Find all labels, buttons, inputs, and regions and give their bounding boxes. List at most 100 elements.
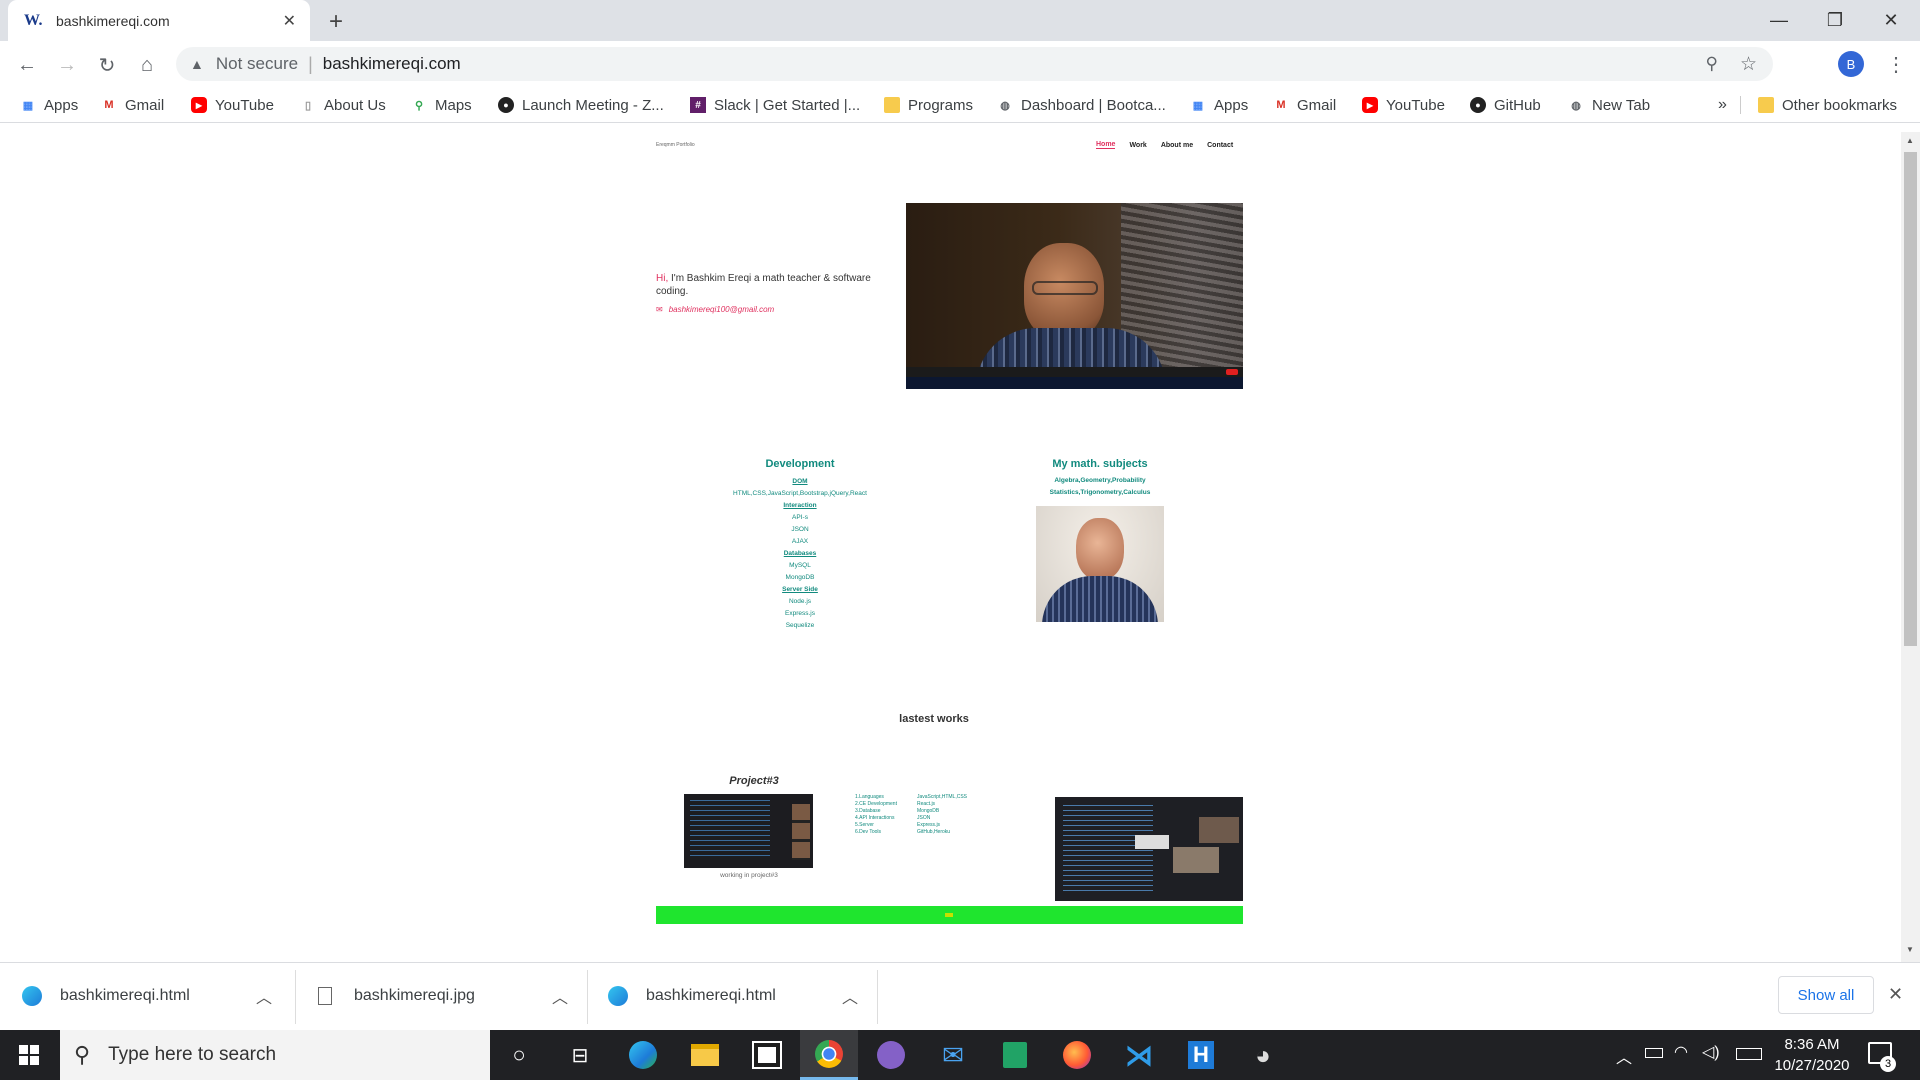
show-all-button[interactable]: Show all	[1778, 976, 1874, 1014]
start-button[interactable]	[0, 1030, 58, 1080]
mail-icon[interactable]: ✉	[924, 1030, 982, 1080]
store-icon[interactable]	[738, 1030, 796, 1080]
nav-about[interactable]: About me	[1161, 142, 1193, 149]
tech-row: 6.Dev Tools GitHub,Heroku	[855, 829, 985, 836]
volume-icon[interactable]: ◁)	[1702, 1042, 1720, 1062]
clock-time: 8:36 AM	[1784, 1036, 1840, 1053]
page-icon: ▯	[304, 99, 312, 112]
edge-icon[interactable]	[614, 1030, 672, 1080]
search-icon: ⚲	[74, 1042, 91, 1067]
math-line-2: Statistics,Trigonometry,Calculus	[1049, 489, 1151, 496]
download-divider	[295, 970, 296, 1024]
download-item-1[interactable]: bashkimereqi.html ︿	[22, 975, 272, 1017]
bookmark-gmail[interactable]: M Gmail	[101, 94, 164, 116]
chevron-up-icon[interactable]: ︿	[842, 984, 858, 1008]
math-line-1: Algebra,Geometry,Probability	[1054, 477, 1146, 484]
chevron-up-icon[interactable]: ︿	[256, 984, 272, 1008]
development-item: AJAX	[791, 538, 809, 545]
github-icon: ●	[1470, 97, 1486, 113]
bookmark-youtube[interactable]: ▶ YouTube	[191, 94, 274, 116]
excel-icon[interactable]	[986, 1030, 1044, 1080]
bookmark-about-us[interactable]: ▯ About Us	[300, 94, 386, 116]
tech-value: React.js	[917, 801, 936, 807]
chrome-icon[interactable]	[800, 1030, 858, 1080]
minimize-button[interactable]: —	[1750, 0, 1808, 41]
address-bar[interactable]: ▲ Not secure | bashkimereqi.com ⚲ ☆	[176, 47, 1773, 81]
nav-contact[interactable]: Contact	[1207, 142, 1233, 149]
reload-icon[interactable]: ↻	[92, 50, 122, 80]
math-title: My math. subjects	[1052, 458, 1148, 470]
folder-icon	[884, 97, 900, 113]
browser-tab[interactable]: W. bashkimereqi.com ✕	[8, 0, 310, 41]
forward-icon[interactable]: →	[52, 50, 82, 80]
battery-icon[interactable]	[1645, 1048, 1663, 1058]
bookmark-other[interactable]: Other bookmarks	[1758, 94, 1897, 116]
nav-home[interactable]: Home	[1096, 141, 1116, 149]
file-explorer-icon[interactable]	[676, 1030, 734, 1080]
taskbar-search-box[interactable]: ⚲ Type here to search	[60, 1030, 490, 1080]
home-icon[interactable]: ⌂	[132, 50, 162, 80]
tech-value: MongoDB	[917, 808, 940, 814]
back-icon[interactable]: ←	[12, 50, 42, 80]
tray-chevron-icon[interactable]: ︿	[1616, 1044, 1632, 1068]
bookmark-launch-meeting[interactable]: ● Launch Meeting - Z...	[498, 94, 664, 116]
cortana-icon[interactable]: ○	[490, 1030, 548, 1080]
tech-category: 3.Database	[855, 808, 881, 814]
bookmark-github[interactable]: ● GitHub	[1470, 94, 1541, 116]
vscode-icon[interactable]: ⋊	[1110, 1030, 1168, 1080]
edge-file-icon	[22, 986, 42, 1006]
bookmark-programs[interactable]: Programs	[884, 94, 973, 116]
project-screenshot-2[interactable]	[1055, 797, 1243, 901]
download-item-2[interactable]: bashkimereqi.jpg ︿	[318, 975, 568, 1017]
star-icon[interactable]: ☆	[1740, 53, 1757, 76]
bookmark-apps[interactable]: ▦ Apps	[20, 94, 78, 116]
window-close-button[interactable]: ✕	[1862, 0, 1920, 41]
scroll-up-arrow[interactable]: ▲	[1906, 136, 1914, 145]
development-list: DOM HTML,CSS,JavaScript,Bootstrap,jQuery,…	[700, 476, 900, 632]
download-item-3[interactable]: bashkimereqi.html ︿	[608, 975, 858, 1017]
hero-email-link[interactable]: ✉ bashkimereqi100@gmail.com	[656, 305, 774, 314]
bookmark-youtube-2[interactable]: ▶ YouTube	[1362, 94, 1445, 116]
edge-file-icon	[608, 986, 628, 1006]
mail-icon: ✉	[656, 305, 663, 314]
page-scrollbar[interactable]: ▲ ▼	[1901, 132, 1920, 962]
profile-avatar[interactable]: B	[1838, 51, 1864, 77]
keyboard-icon[interactable]	[1736, 1048, 1762, 1060]
gmail-icon: M	[104, 99, 114, 111]
nav-work[interactable]: Work	[1129, 142, 1146, 149]
clock[interactable]: 8:36 AM 10/27/2020	[1770, 1034, 1854, 1076]
dialog-box	[1135, 835, 1169, 849]
footer-bar	[656, 906, 1243, 924]
development-item: Node.js	[788, 598, 812, 605]
bookmark-gmail-2[interactable]: M Gmail	[1273, 94, 1336, 116]
bookmark-maps[interactable]: ⚲ Maps	[411, 94, 472, 116]
project-screenshot[interactable]	[684, 794, 813, 868]
bookmarks-more-button[interactable]: »	[1718, 94, 1727, 116]
hero-text: I'm Bashkim Ereqi a math teacher & softw…	[656, 273, 871, 297]
close-downloads-icon[interactable]: ✕	[1888, 984, 1903, 1005]
scrollbar-thumb[interactable]	[1904, 152, 1917, 646]
restore-button[interactable]: ❐	[1806, 0, 1864, 41]
task-view-icon[interactable]: ⊟	[551, 1030, 609, 1080]
paint-icon[interactable]: ◕	[1234, 1030, 1292, 1080]
site-brand[interactable]: Ereqmm Portfolio	[656, 142, 695, 148]
bookmark-new-tab[interactable]: ◍ New Tab	[1568, 94, 1650, 116]
firefox-icon[interactable]	[1048, 1030, 1106, 1080]
zoom-icon[interactable]: ⚲	[1706, 54, 1718, 74]
bookmark-dashboard[interactable]: ◍ Dashboard | Bootca...	[997, 94, 1166, 116]
portrait-head	[1076, 518, 1124, 580]
project-caption: working in project#3	[720, 872, 778, 879]
menu-icon[interactable]: ⋮	[1886, 52, 1906, 77]
chevron-up-icon[interactable]: ︿	[552, 984, 568, 1008]
development-heading: Databases	[783, 550, 817, 557]
new-tab-button[interactable]: +	[322, 8, 350, 36]
tech-category: 5.Server	[855, 822, 874, 828]
scroll-down-arrow[interactable]: ▼	[1906, 945, 1914, 954]
bookmark-slack[interactable]: # Slack | Get Started |...	[690, 94, 860, 116]
bookmark-apps-2[interactable]: ▦ Apps	[1190, 94, 1248, 116]
github-desktop-icon[interactable]	[862, 1030, 920, 1080]
tab-close-icon[interactable]: ✕	[283, 11, 296, 31]
wifi-icon[interactable]: ◠	[1674, 1042, 1688, 1062]
development-item: Sequelize	[785, 622, 815, 629]
heroku-icon[interactable]: H	[1172, 1030, 1230, 1080]
